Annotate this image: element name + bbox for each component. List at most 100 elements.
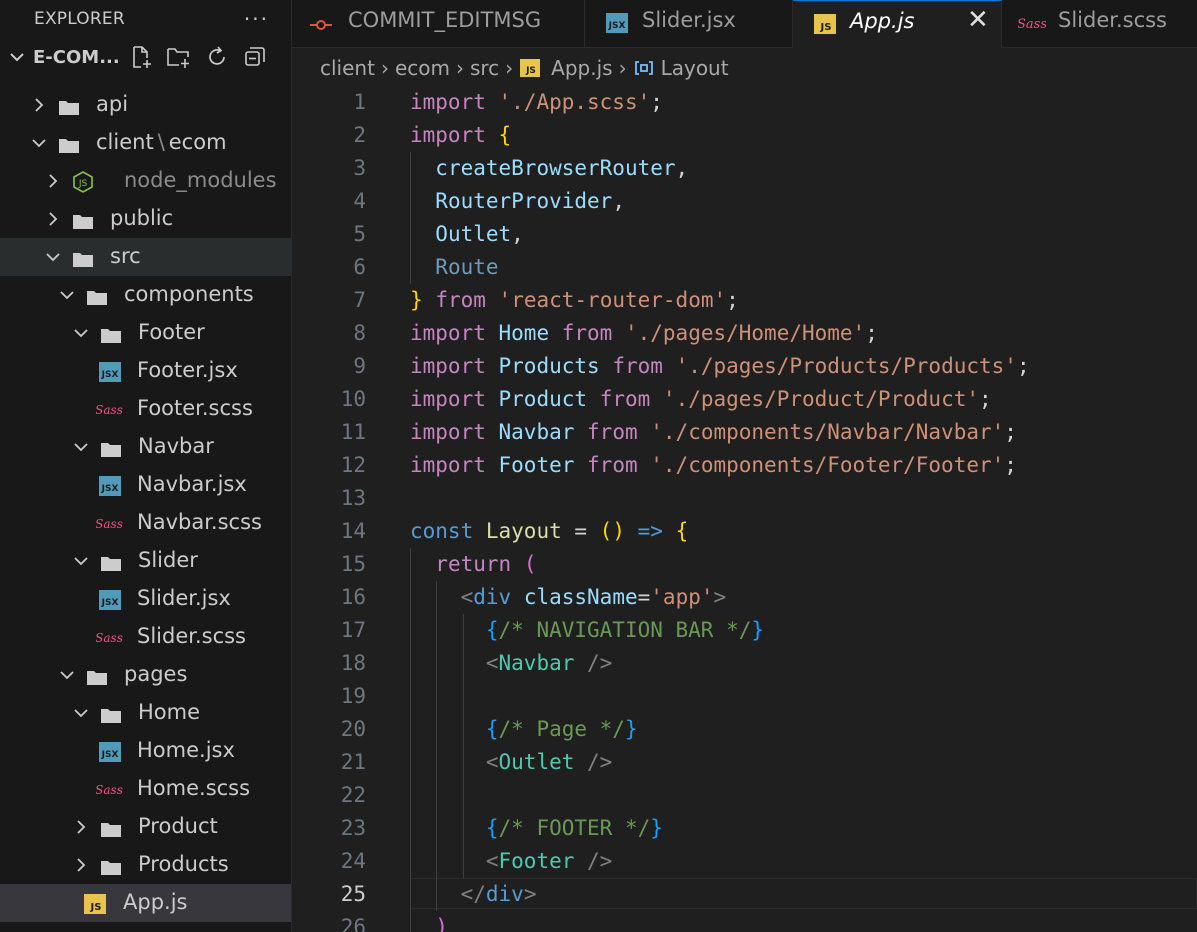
code-line[interactable]: 17 {/* NAVIGATION BAR */} [292,614,1197,647]
breadcrumb-app-js[interactable]: App.js [551,56,612,80]
code-token: from [612,354,663,378]
tab-app-js[interactable]: JS App.js ✕ [793,0,1002,48]
chevron-right-icon[interactable] [44,171,62,195]
code-line[interactable]: 12 import Footer from './components/Foote… [292,449,1197,482]
breadcrumb-src[interactable]: src [470,56,499,80]
sass-file-icon: Sass [95,399,124,426]
code-token: /* FOOTER */ [498,816,651,840]
chevron-down-icon[interactable] [30,133,48,157]
code-token: /> [587,750,613,774]
folder-product[interactable]: Product [0,808,291,846]
code-token: Footer [498,453,575,477]
chevron-down-icon[interactable] [8,48,26,70]
code-line[interactable]: 5 Outlet, [292,218,1197,251]
chevron-down-icon[interactable] [58,665,76,689]
refresh-icon[interactable] [204,44,230,70]
code-line[interactable]: 1 import './App.scss'; [292,86,1197,119]
svg-text:JSX: JSX [101,484,119,494]
file-slider-jsx[interactable]: JSX Slider.jsx [0,580,291,618]
folder-client[interactable]: client \ ecom [0,124,291,162]
collapse-all-icon[interactable] [242,44,268,70]
chevron-right-icon[interactable] [72,855,90,879]
code-token: < [485,750,499,774]
folder-footer[interactable]: Footer [0,314,291,352]
tab-slider-scss[interactable]: Sass Slider.scss [1002,0,1197,47]
folder-components[interactable]: components [0,276,291,314]
chevron-right-icon[interactable] [44,209,62,233]
code-line[interactable]: 18 <Navbar /> [292,647,1197,680]
file-navbar-jsx[interactable]: JSX Navbar.jsx [0,466,291,504]
code-line[interactable]: 15 return ( [292,548,1197,581]
code-line[interactable]: 26 ) [292,911,1197,932]
file-slider-scss[interactable]: Sass Slider.scss [0,618,291,656]
breadcrumb-layout[interactable]: Layout [661,56,729,80]
code-line[interactable]: 22 [292,779,1197,812]
folder-public[interactable]: public [0,200,291,238]
code-token: = [561,519,600,543]
new-folder-icon[interactable] [166,44,192,70]
chevron-down-icon[interactable] [58,285,76,309]
folder-navbar[interactable]: Navbar [0,428,291,466]
file-app-js[interactable]: JS App.js [0,884,291,922]
code-line[interactable]: 3 createBrowserRouter, [292,152,1197,185]
code-line[interactable]: 7} from 'react-router-dom'; [292,284,1197,317]
chevron-down-icon[interactable] [72,323,90,347]
code-line[interactable]: 20 {/* Page */} [292,713,1197,746]
folder-slider[interactable]: Slider [0,542,291,580]
code-token: Home [498,321,550,345]
code-line[interactable]: 8 import Home from './pages/Home/Home'; [292,317,1197,350]
code-line[interactable]: 11 import Navbar from './components/Navba… [292,416,1197,449]
breadcrumb-client[interactable]: client [320,56,375,80]
chevron-right-icon[interactable] [30,95,48,119]
breadcrumb-ecom[interactable]: ecom [395,56,450,80]
new-file-icon[interactable] [128,44,154,70]
folder-src[interactable]: src [0,238,291,276]
file-home-jsx[interactable]: JSX Home.jsx [0,732,291,770]
more-actions-icon[interactable]: ··· [244,7,269,31]
code-line[interactable]: 21 <Outlet /> [292,746,1197,779]
tree-item-label: Home.scss [137,776,251,800]
chevron-down-icon[interactable] [72,551,90,575]
chevron-down-icon[interactable] [44,247,62,271]
workspace-row[interactable]: E-COM... [0,38,291,76]
file-footer-jsx[interactable]: JSX Footer.jsx [0,352,291,390]
folder-products[interactable]: Products [0,846,291,884]
folder-home[interactable]: Home [0,694,291,732]
chevron-right-icon[interactable] [72,817,90,841]
folder-node-modules[interactable]: JS node_modules [0,162,291,200]
line-number: 16 [340,585,366,609]
file-navbar-scss[interactable]: Sass Navbar.scss [0,504,291,542]
code-line[interactable]: 9 import Products from './pages/Products/… [292,350,1197,383]
tree-item-label: Navbar [138,434,214,458]
code-line[interactable]: 6 Route [292,251,1197,284]
tree-item-label: App.js [123,890,188,914]
chevron-down-icon[interactable] [72,437,90,461]
code-line[interactable]: 2 import { [292,119,1197,152]
code-line[interactable]: 25 </div> [292,878,1197,911]
code-line[interactable]: 14 const Layout = () => { [292,515,1197,548]
code-token: Outlet [435,222,512,246]
code-line[interactable]: 19 [292,680,1197,713]
folder-pages[interactable]: pages [0,656,291,694]
code-line[interactable]: 24 <Footer /> [292,845,1197,878]
file-footer-scss[interactable]: Sass Footer.scss [0,390,291,428]
code-editor[interactable]: 1 import './App.scss'; 2 import {3 createBr… [292,86,1197,932]
line-number: 12 [340,453,366,477]
file-home-scss[interactable]: Sass Home.scss [0,770,291,808]
code-line[interactable]: 10 import Product from './pages/Product/P… [292,383,1197,416]
chevron-down-icon[interactable] [72,703,90,727]
code-line[interactable]: 16 <div className='app'> [292,581,1197,614]
tab-commit-editmsg[interactable]: COMMIT_EDITMSG [292,0,585,47]
code-line[interactable]: 23 {/* FOOTER */} [292,812,1197,845]
close-icon[interactable]: ✕ [967,5,989,35]
code-line[interactable]: 13 [292,482,1197,515]
folder-api[interactable]: api [0,86,291,124]
code-text: <Navbar /> [410,647,612,680]
tab-slider-jsx[interactable]: JSX Slider.jsx [585,0,793,47]
code-line[interactable]: 4 RouterProvider, [292,185,1197,218]
